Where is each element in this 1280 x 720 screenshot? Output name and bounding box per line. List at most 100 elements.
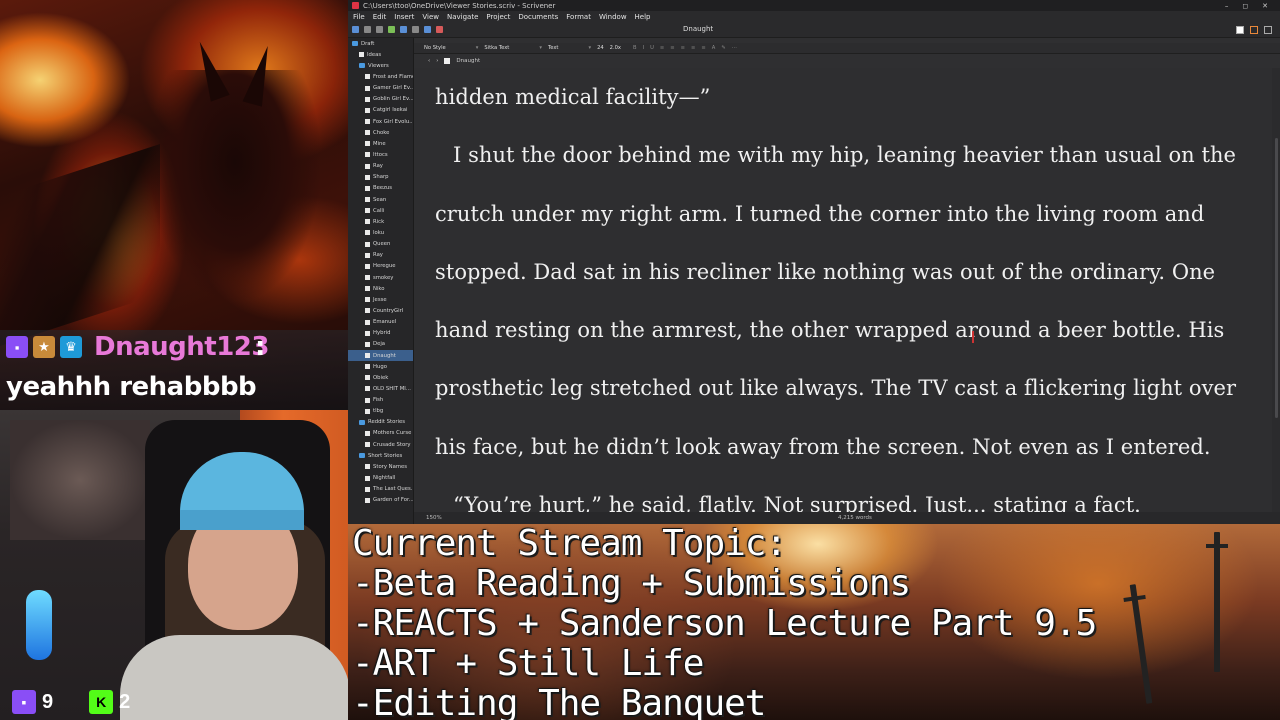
binder-item[interactable]: Mothers Curse [348,428,413,439]
binder-item[interactable]: Ray [348,161,413,172]
binder-item[interactable]: Hugo [348,361,413,372]
underline-icon[interactable]: U [650,45,654,51]
binder-item[interactable]: Catgirl Isekai [348,105,413,116]
binder-item[interactable]: Draft [348,38,413,49]
redo-icon[interactable] [376,26,383,33]
binder-item[interactable]: Fox Girl Evolu... [348,116,413,127]
editor-scrollbar[interactable] [1272,68,1280,512]
justify-icon[interactable]: ≡ [691,45,695,51]
binder-item[interactable]: Deja [348,339,413,350]
binder-item[interactable]: CountryGirl [348,305,413,316]
font-size-value: 24 [597,45,604,51]
line-spacing-select[interactable]: 2.0x [610,45,621,51]
list-icon[interactable]: ≡ [701,45,705,51]
binder-item[interactable]: Heregue [348,261,413,272]
back-arrow-icon[interactable]: ‹ [428,58,430,64]
binder-item[interactable]: Ittocs [348,149,413,160]
binder-item-label: Frost and Flame [373,73,413,80]
text-color-icon[interactable]: A [712,45,716,51]
manuscript-line: “You’re hurt,” he said, flatly. Not surp… [453,493,1141,512]
binder-item[interactable]: Rick [348,216,413,227]
font-size-select[interactable]: 24 [597,45,604,51]
binder-item[interactable]: Ioku [348,227,413,238]
binder-item[interactable]: Story Names [348,461,413,472]
binder-item[interactable]: Crusade Story [348,439,413,450]
menu-help[interactable]: Help [635,13,651,21]
menu-insert[interactable]: Insert [394,13,414,21]
menu-file[interactable]: File [353,13,365,21]
outline-icon[interactable] [1264,26,1272,34]
binder-item[interactable]: Frost and Flame [348,71,413,82]
binder-item[interactable]: Dnaught [348,349,413,362]
binder-item[interactable]: Nightfall [348,472,413,483]
binder-item[interactable]: Calli [348,205,413,216]
menu-documents[interactable]: Documents [518,13,558,21]
document-icon [365,130,370,136]
binder-item[interactable]: Gamer Girl Ev... [348,83,413,94]
style-select[interactable]: No Style ▾ [424,45,478,51]
binder-item[interactable]: Sean [348,194,413,205]
chevron-down-icon: ▾ [588,45,592,51]
add-folder-icon[interactable] [400,26,407,33]
sword-silhouette [1206,532,1228,672]
binder-item[interactable]: Viewers [348,60,413,71]
binder-item[interactable]: Sharp [348,172,413,183]
binder-item[interactable]: Garden of For... [348,495,413,506]
binder-item[interactable]: Beezus [348,183,413,194]
document-icon [365,252,370,258]
italic-icon[interactable]: I [643,45,645,51]
binder-item[interactable]: smokey [348,272,413,283]
single-view-icon[interactable] [1236,26,1244,34]
menu-project[interactable]: Project [486,13,510,21]
compose-icon[interactable] [436,26,443,33]
binder-item[interactable]: OLD SHIT MI... [348,383,413,394]
maximize-button[interactable]: ◻ [1242,2,1248,10]
zoom-level[interactable]: 150% [426,515,442,521]
binder-item[interactable]: Hybrid [348,328,413,339]
close-button[interactable]: ✕ [1262,2,1268,10]
binder-item[interactable]: Emanuel [348,317,413,328]
menu-view[interactable]: View [422,13,439,21]
scroll-thumb[interactable] [1275,138,1278,418]
binder-item[interactable]: Goblin Girl Ev... [348,94,413,105]
trash-icon[interactable] [412,26,419,33]
bold-icon[interactable]: B [633,45,637,51]
menu-navigate[interactable]: Navigate [447,13,478,21]
binder-item[interactable]: Queen [348,239,413,250]
undo-icon[interactable] [364,26,371,33]
binder-item[interactable]: Choke [348,127,413,138]
binder-item[interactable]: Fish [348,395,413,406]
document-icon [365,397,370,403]
typeface-select[interactable]: Text ▾ [548,45,591,51]
add-document-icon[interactable] [388,26,395,33]
align-right-icon[interactable]: ≡ [681,45,685,51]
binder-item[interactable]: Niko [348,283,413,294]
forward-arrow-icon[interactable]: › [436,58,438,64]
menu-format[interactable]: Format [566,13,591,21]
binder-item[interactable]: Jesse [348,294,413,305]
align-center-icon[interactable]: ≡ [670,45,674,51]
align-left-icon[interactable]: ≡ [660,45,664,51]
lava-lamp [26,590,52,660]
font-select[interactable]: Sitka Text ▾ [484,45,542,51]
binder-item[interactable]: Mine [348,138,413,149]
more-icon[interactable]: ⋯ [732,45,737,51]
menu-edit[interactable]: Edit [373,13,387,21]
binder-item[interactable]: Ray [348,250,413,261]
binder-item[interactable]: tlbg [348,406,413,417]
title-bar: C:\Users\ttoo\OneDrive\Viewer Stories.sc… [348,0,1280,11]
binder-item-label: Hybrid [373,330,391,337]
text-editor[interactable]: hidden medical facility—” I shut the door… [414,68,1272,512]
binder-item[interactable]: Short Stories [348,450,413,461]
binder-toggle-icon[interactable] [352,26,359,33]
highlight-icon[interactable]: ✎ [721,45,725,51]
binder-item[interactable]: Reddit Stories [348,417,413,428]
menu-window[interactable]: Window [599,13,627,21]
corkboard-icon[interactable] [1250,26,1258,34]
binder-item[interactable]: The Last Ques... [348,484,413,495]
breadcrumb-doc-name[interactable]: Dnaught [456,58,480,64]
minimize-button[interactable]: – [1225,2,1229,10]
link-icon[interactable] [424,26,431,33]
binder-item[interactable]: Obiek [348,372,413,383]
binder-item[interactable]: Ideas [348,49,413,60]
